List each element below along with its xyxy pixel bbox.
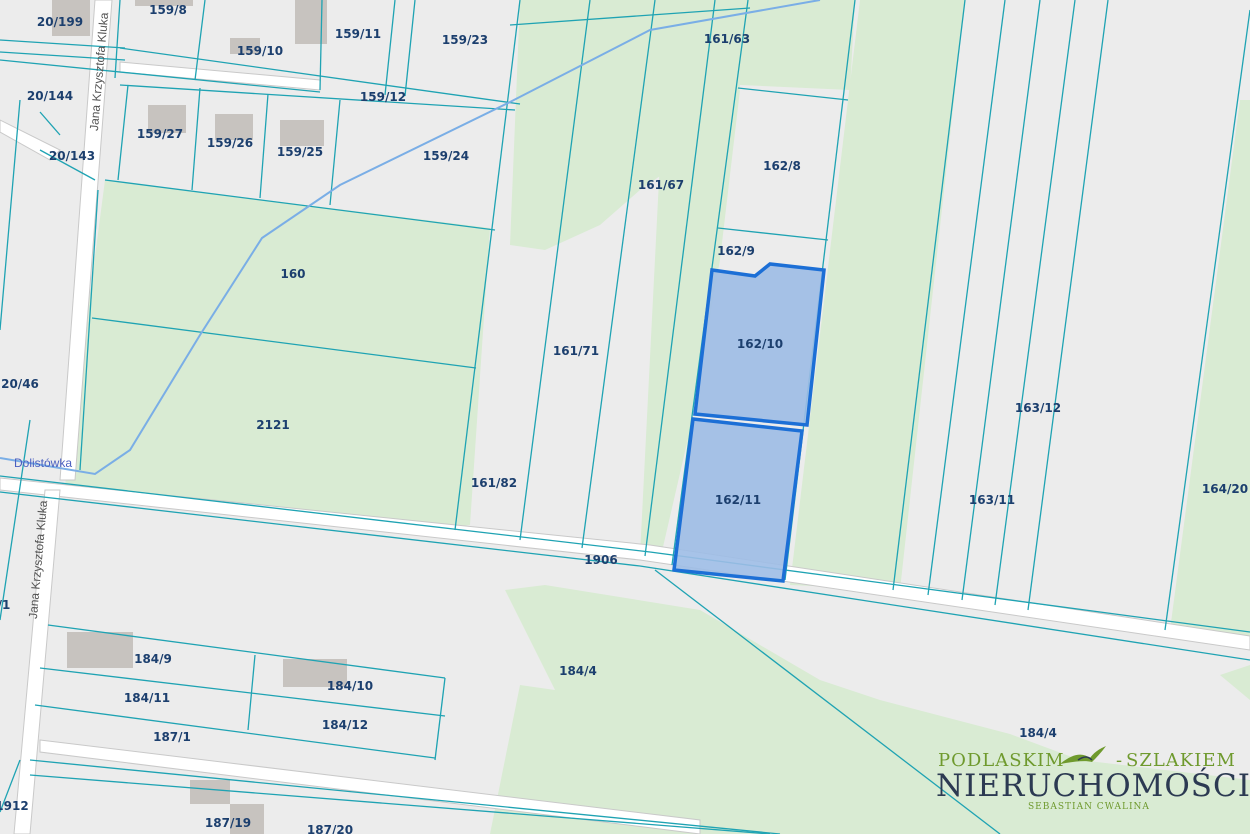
parcel-label: 184/4 (559, 664, 597, 678)
green-area (1220, 665, 1250, 700)
parcel-label: 161/67 (638, 178, 684, 192)
logo-main-word: NIERUCHOMOŚCI (936, 768, 1250, 804)
parcel-label: 184/4 (1019, 726, 1057, 740)
agency-logo: PODLASKIM - SZLAKIEM NIERUCHOMOŚCI SEBAS… (930, 742, 1250, 822)
parcel-label: 187/19 (205, 816, 251, 830)
parcel-label: 1912 (0, 799, 29, 813)
road-side (119, 61, 321, 91)
parcel-label: 187/20 (307, 823, 353, 834)
building (67, 632, 133, 668)
river-label: Dolistówka (14, 456, 72, 470)
logo-author: SEBASTIAN CWALINA (1028, 802, 1150, 812)
parcel-label: 164/20 (1202, 482, 1248, 496)
parcel-label: 184/12 (322, 718, 368, 732)
parcel-label: 1906 (584, 553, 617, 567)
parcel-label: 159/24 (423, 149, 469, 163)
parcel-label: 2121 (256, 418, 289, 432)
parcel-label: 162/10 (737, 337, 783, 351)
parcel-label: 184/10 (327, 679, 373, 693)
parcel-label: 162/9 (717, 244, 755, 258)
parcel-label: 20/46 (1, 377, 39, 391)
parcel-label: 187/1 (153, 730, 191, 744)
cadastral-map[interactable]: 20/199 20/144 20/143 159/8 159/10 159/11 159/2… (0, 0, 1250, 834)
parcel-label: 159/26 (207, 136, 253, 150)
green-area (1170, 100, 1250, 640)
map-canvas: 20/199 20/144 20/143 159/8 159/10 159/11 159/2… (0, 0, 1250, 834)
parcel-label: 161/63 (704, 32, 750, 46)
parcel-label: 162/11 (715, 493, 761, 507)
building (280, 120, 324, 146)
parcel-label: 160 (280, 267, 305, 281)
parcel-label: 184/9 (134, 652, 172, 666)
parcel-label: 162/8 (763, 159, 801, 173)
parcel-label: 159/23 (442, 33, 488, 47)
parcel-label: 161/71 (553, 344, 599, 358)
parcel-label: /1 (0, 598, 10, 612)
parcel-label: 159/27 (137, 127, 183, 141)
parcel-label: 163/11 (969, 493, 1015, 507)
parcel-label: 159/12 (360, 90, 406, 104)
parcel-label: 20/144 (27, 89, 73, 103)
parcel-label: 159/8 (149, 3, 187, 17)
parcel-label: 20/143 (49, 149, 95, 163)
parcel-label: 159/10 (237, 44, 283, 58)
parcel-label: 163/12 (1015, 401, 1061, 415)
parcel-label: 159/11 (335, 27, 381, 41)
parcel-label: 184/11 (124, 691, 170, 705)
parcel-label: 20/199 (37, 15, 83, 29)
parcel-label: 161/82 (471, 476, 517, 490)
green-area (65, 180, 490, 528)
parcel-label: 159/25 (277, 145, 323, 159)
building (190, 780, 230, 804)
